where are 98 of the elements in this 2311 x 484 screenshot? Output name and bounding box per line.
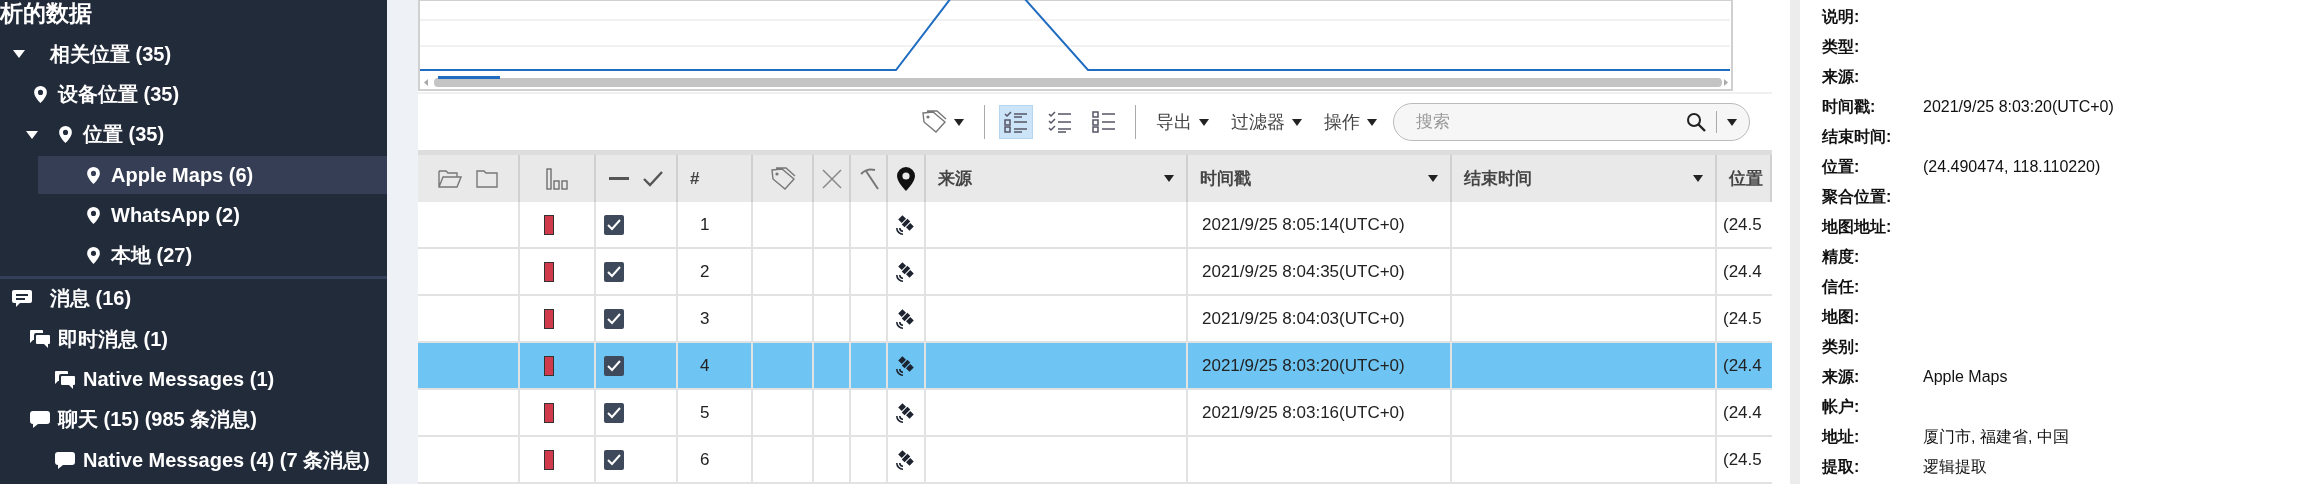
field-label: 聚合位置: [1822,186,1893,207]
minus-icon[interactable] [609,176,629,181]
field-label: 结束时间: [1822,126,1893,147]
column-header[interactable]: 时间戳 [1188,155,1452,202]
tag-icon [921,110,947,134]
folder-icon[interactable] [476,168,498,189]
table-cell: 2021/9/25 8:03:16(UTC+0) [1188,390,1452,437]
field-label: 地址: [1822,426,1861,447]
field-label: 类型: [1822,36,1861,57]
table-cell: 4 [678,343,753,390]
field-value: 厦门市, 福建省, 中国 [1923,426,2069,447]
flag-marker [544,402,554,423]
field-label: 帐户: [1822,396,1861,417]
table-cell: 2 [678,249,753,296]
table-cell: 2021/9/25 8:05:14(UTC+0) [1188,202,1452,249]
checkbox[interactable] [604,308,624,329]
field-label: 时间戳: [1822,96,1877,117]
checkbox[interactable] [604,355,624,376]
folder-open-icon[interactable] [438,168,462,189]
menu-button[interactable]: 过滤器 [1225,104,1308,140]
caret-icon[interactable] [1693,175,1703,182]
message-icon [30,330,50,349]
flag-marker [544,355,554,376]
tree-item[interactable]: WhatsApp (2) [38,196,387,235]
caret-icon[interactable] [1727,118,1737,126]
table-cell: 1 [678,202,753,249]
menu-button[interactable]: 操作 [1318,104,1383,140]
chat-icon [55,451,75,469]
field-label: 来源: [1822,66,1861,87]
search-field[interactable]: 搜索 [1414,111,1676,133]
field-label: 说明: [1822,6,1861,27]
search-icon[interactable] [1686,112,1706,132]
table-row[interactable]: 6 (24.5 [418,437,1772,484]
table-row[interactable]: 1 2021/9/25 8:05:14(UTC+0) (24.5 [418,202,1772,249]
tree-item[interactable]: 位置 (35) [10,115,387,154]
flag-marker [544,308,554,329]
field-value: (24.490474, 118.110220) [1923,158,2101,176]
column-header[interactable]: 结束时间 [1452,155,1717,202]
table-cell: 5 [678,390,753,437]
chat-icon [30,411,50,429]
field-value: 逻辑提取 [1923,456,1987,477]
message-icon [12,290,32,308]
table-row[interactable]: 5 2021/9/25 8:03:16(UTC+0) (24.4 [418,390,1772,437]
pin-icon [86,166,100,184]
checkbox[interactable] [604,402,624,423]
caret-icon[interactable] [1164,175,1174,182]
tree-item[interactable]: Apple Maps (6) [38,156,387,195]
message-icon [55,370,75,389]
field-value: Apple Maps [1923,368,2008,386]
table-row[interactable]: 4 2021/9/25 8:03:20(UTC+0) (24.4 [418,343,1772,390]
column-header[interactable]: 来源 [926,155,1188,202]
flag-marker [544,449,554,470]
tree-item[interactable]: 设备位置 (35) [0,75,387,114]
checkbox[interactable] [604,449,624,470]
caret-icon[interactable] [1428,175,1438,182]
pin-icon [86,247,100,265]
tree-item[interactable]: 即时消息 (1) [0,320,387,359]
close-icon[interactable] [821,168,842,189]
column-header[interactable]: # [678,155,753,202]
field-label: 类别: [1822,336,1861,357]
field-value: 2021/9/25 8:03:20(UTC+0) [1923,98,2114,116]
flag-marker [544,261,554,282]
field-label: 位置: [1822,156,1861,177]
field-label: 信任: [1822,276,1861,297]
menu-button[interactable]: 导出 [1150,104,1215,140]
scrollbar[interactable] [424,76,1728,87]
view-toggle[interactable] [999,105,1033,139]
caret-icon [954,118,964,126]
tree-item[interactable]: Native Messages (1) [10,360,387,399]
tag-icon[interactable] [769,166,796,191]
search-bar[interactable]: 搜索 [1393,103,1750,141]
table-cell: 2021/9/25 8:04:35(UTC+0) [1188,249,1452,296]
table-cell: 6 [678,437,753,484]
tree-item[interactable]: Native Messages (4) (7 条消息) [10,441,387,480]
field-label: 地图地址: [1822,216,1893,237]
pin-icon [33,85,47,103]
tree-item[interactable]: 本地 (27) [38,236,387,275]
field-label: 来源: [1822,366,1861,387]
field-label: 提取: [1822,456,1861,477]
tree-item[interactable]: 相关位置 (35) [0,35,387,74]
tree-item[interactable]: 消息 (16) [0,279,387,318]
check-icon[interactable] [643,170,663,187]
field-label: 精度: [1822,246,1861,267]
checkbox[interactable] [604,261,624,282]
caret-icon [1199,118,1209,126]
caret-icon [1367,118,1377,126]
pin-icon[interactable] [897,165,915,192]
table-row[interactable]: 2 2021/9/25 8:04:35(UTC+0) (24.4 [418,249,1772,296]
pin-icon [86,206,100,224]
bar-chart-icon[interactable] [546,167,568,190]
flag-marker [544,214,554,235]
tree-item[interactable]: 聊天 (15) (985 条消息) [0,400,387,439]
section-title: 析的数据 [0,0,93,28]
caret-icon [1292,118,1302,126]
field-label: 地图: [1822,306,1861,327]
checkbox[interactable] [604,214,624,235]
table-cell: 2021/9/25 8:03:20(UTC+0) [1188,343,1452,390]
pin-icon [58,126,72,144]
